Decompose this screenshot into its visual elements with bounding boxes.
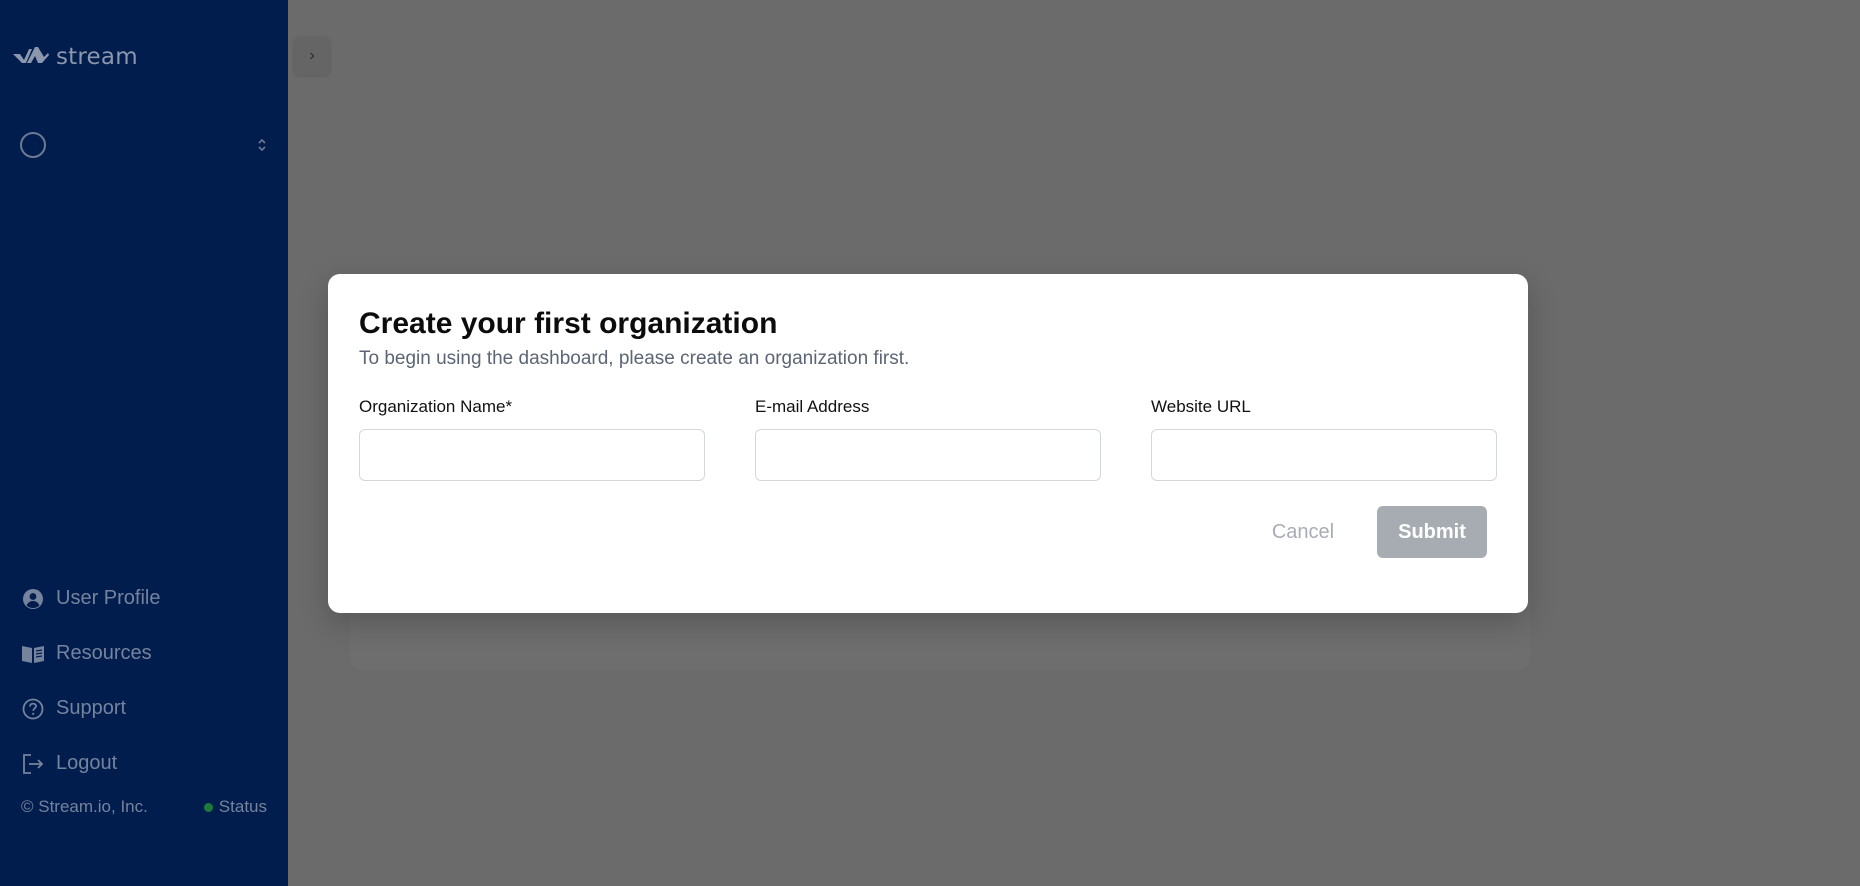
sidebar-item-user-profile[interactable]: User Profile	[21, 571, 160, 626]
question-circle-icon	[21, 697, 45, 721]
stream-logo[interactable]: stream	[13, 44, 138, 70]
sidebar-item-support[interactable]: Support	[21, 681, 160, 736]
status-link[interactable]: Status	[203, 797, 267, 817]
modal-subtitle: To begin using the dashboard, please cre…	[359, 348, 910, 369]
sidebar-footer: © Stream.io, Inc. Status	[21, 797, 267, 817]
chevron-up-down-icon	[258, 138, 266, 152]
create-organization-modal: Create your first organization To begin …	[328, 274, 1528, 613]
organization-avatar	[20, 132, 46, 158]
stream-logo-icon	[13, 47, 49, 63]
book-icon	[21, 642, 45, 666]
status-indicator	[203, 802, 213, 812]
email-address-field: E-mail Address	[755, 397, 1101, 481]
website-url-field: Website URL	[1151, 397, 1497, 481]
organization-name-label: Organization Name*	[359, 397, 513, 416]
website-url-input[interactable]	[1151, 429, 1497, 481]
website-url-label: Website URL	[1151, 397, 1251, 416]
sidebar-item-label: Support	[56, 697, 127, 719]
sidebar-item-label: User Profile	[56, 587, 161, 609]
logo-text: stream	[56, 44, 138, 70]
organization-switcher[interactable]	[20, 131, 268, 159]
expand-sidebar-button[interactable]: ›	[294, 37, 330, 75]
sidebar-item-label: Resources	[56, 642, 152, 664]
cancel-button[interactable]: Cancel	[1258, 507, 1348, 557]
modal-title: Create your first organization	[359, 307, 778, 340]
sidebar-item-logout[interactable]: Logout	[21, 736, 160, 791]
submit-button[interactable]: Submit	[1377, 506, 1487, 558]
sidebar: stream User Profile Resources Support Lo…	[0, 0, 288, 886]
email-address-input[interactable]	[755, 429, 1101, 481]
organization-name-input[interactable]	[359, 429, 705, 481]
copyright-text: © Stream.io, Inc.	[21, 797, 148, 816]
status-label: Status	[218, 797, 267, 816]
logout-icon	[21, 752, 45, 776]
chevron-right-icon: ›	[309, 47, 315, 64]
organization-name-field: Organization Name*	[359, 397, 705, 481]
user-circle-icon	[21, 587, 45, 611]
sidebar-nav: User Profile Resources Support Logout	[21, 571, 160, 791]
sidebar-item-resources[interactable]: Resources	[21, 626, 160, 681]
sidebar-item-label: Logout	[56, 752, 118, 774]
email-address-label: E-mail Address	[755, 397, 870, 416]
